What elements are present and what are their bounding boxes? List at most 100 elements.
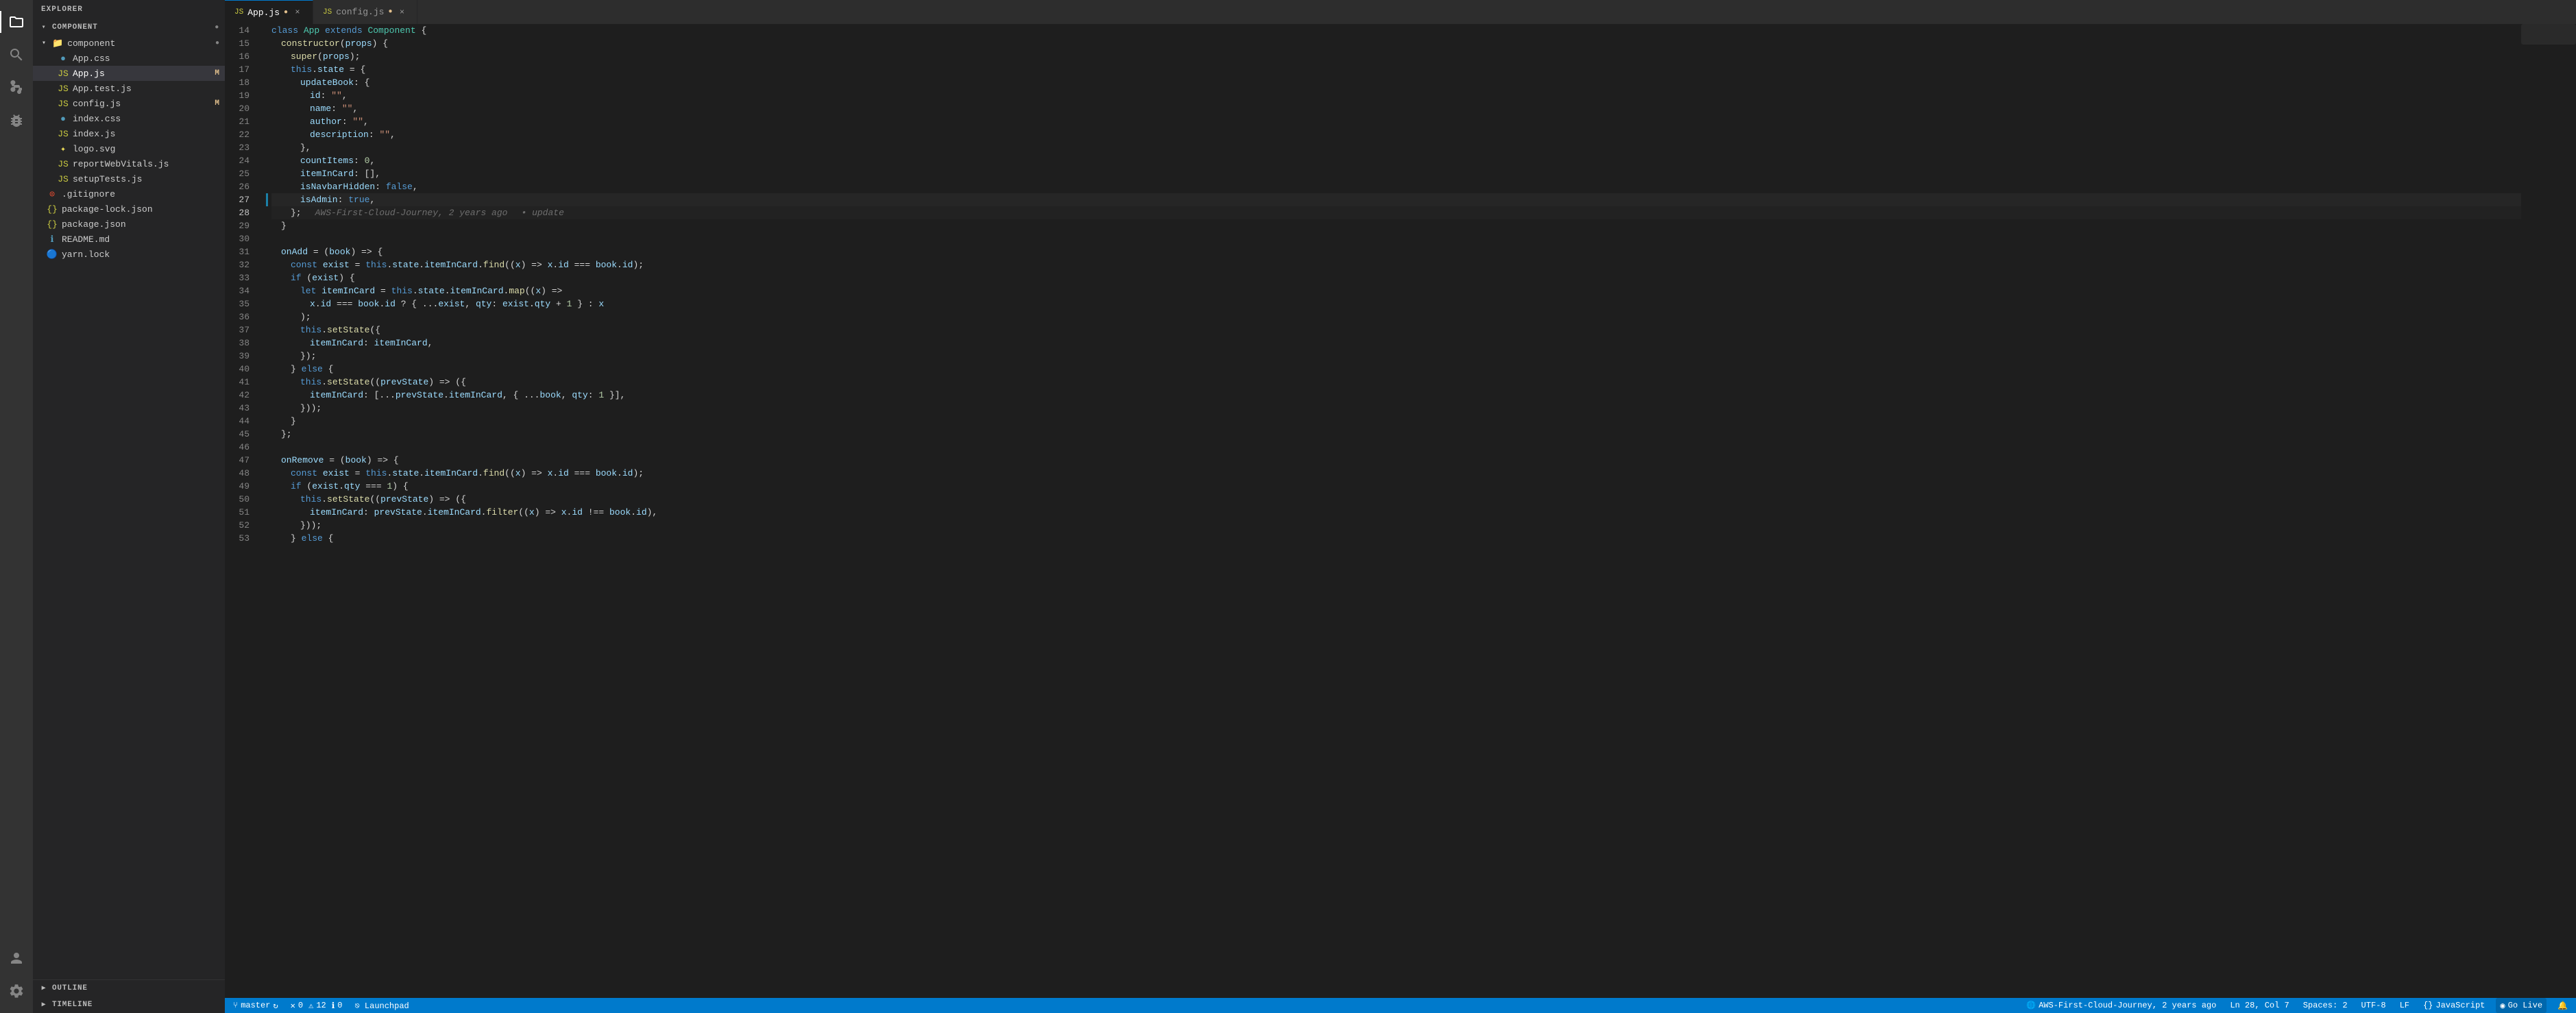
git-branch-icon: ⑂ <box>233 1001 238 1010</box>
ln-37: 37 <box>225 324 258 337</box>
bell-icon: 🔔 <box>2557 1001 2568 1011</box>
tab-config-close-button[interactable]: × <box>396 7 407 18</box>
ln-49: 49 <box>225 480 258 493</box>
code-line-25: itemInCard: [], <box>271 167 2521 180</box>
file-item-logosvg[interactable]: ✦ logo.svg <box>33 141 225 156</box>
tab-config-modified-dot: ● <box>388 8 392 16</box>
ln-41: 41 <box>225 376 258 389</box>
code-line-50: this.setState((prevState) => ({ <box>271 493 2521 506</box>
ln-27: 27 <box>225 193 258 206</box>
setup-file-icon: JS <box>58 173 69 184</box>
ln-35: 35 <box>225 297 258 310</box>
minimap[interactable] <box>2521 24 2576 998</box>
code-line-18: updateBook: { <box>271 76 2521 89</box>
ln-39: 39 <box>225 350 258 363</box>
app-container: Explorer ▾ COMPONENT ● ▾ 📁 component ● ●… <box>0 0 2576 1013</box>
chevron-down-icon: ▾ <box>38 38 49 49</box>
ln-29: 29 <box>225 219 258 232</box>
file-item-reportwebvitals[interactable]: JS reportWebVitals.js <box>33 156 225 171</box>
file-item-readmemd[interactable]: ℹ README.md <box>33 232 225 247</box>
ln-48: 48 <box>225 467 258 480</box>
file-item-indexjs[interactable]: JS index.js <box>33 126 225 141</box>
file-item-packagejson[interactable]: {} package.json <box>33 217 225 232</box>
ln-16: 16 <box>225 50 258 63</box>
yarn-file-icon: 🔵 <box>47 249 58 260</box>
ln-42: 42 <box>225 389 258 402</box>
code-line-38: itemInCard: itemInCard, <box>271 337 2521 350</box>
tab-modified-dot: ● <box>284 9 288 16</box>
file-item-appcss[interactable]: ● App.css <box>33 51 225 66</box>
code-line-39: }); <box>271 350 2521 363</box>
minimap-slider[interactable] <box>2521 24 2576 45</box>
file-badge-config-modified: M <box>215 99 219 108</box>
file-item-apptestjs[interactable]: JS App.test.js <box>33 81 225 96</box>
file-item-gitignore[interactable]: ⊙ .gitignore <box>33 186 225 202</box>
activity-bar-settings[interactable] <box>0 975 33 1008</box>
code-line-19: id: "", <box>271 89 2521 102</box>
folder-modified-dot: ● <box>215 40 219 47</box>
tab-close-button[interactable]: × <box>292 7 303 18</box>
status-notifications[interactable]: 🔔 <box>2555 998 2571 1013</box>
status-bar: ⑂ master ↻ ✕ 0 ⚠ 12 ℹ 0 ⎋ Launchpad <box>225 998 2576 1013</box>
ln-25: 25 <box>225 167 258 180</box>
sidebar-folder-header[interactable]: ▾ COMPONENT ● <box>33 19 225 36</box>
settings-icon <box>8 983 25 999</box>
status-encoding[interactable]: UTF-8 <box>2359 998 2389 1013</box>
status-spaces[interactable]: Spaces: 2 <box>2300 998 2350 1013</box>
code-line-36: ); <box>271 310 2521 324</box>
file-item-appjs[interactable]: JS App.js M <box>33 66 225 81</box>
status-errors[interactable]: ✕ 0 ⚠ 12 ℹ 0 <box>288 998 345 1013</box>
activity-bar-account[interactable] <box>0 942 33 975</box>
status-branch[interactable]: ⑂ master ↻ <box>230 998 281 1013</box>
status-position[interactable]: Ln 28, Col 7 <box>2227 998 2292 1013</box>
file-item-setuptests[interactable]: JS setupTests.js <box>33 171 225 186</box>
file-item-yarnlock[interactable]: 🔵 yarn.lock <box>33 247 225 262</box>
json-file-icon: {} <box>47 204 58 215</box>
code-line-46 <box>271 441 2521 454</box>
js-file-icon: JS <box>58 68 69 79</box>
activity-bar-explorer[interactable] <box>0 5 33 38</box>
ln-44: 44 <box>225 415 258 428</box>
ln-22: 22 <box>225 128 258 141</box>
ln-19: 19 <box>225 89 258 102</box>
status-bar-right: 🌐 AWS-First-Cloud-Journey, 2 years ago L… <box>2024 998 2571 1013</box>
code-line-21: author: "", <box>271 115 2521 128</box>
sidebar-timeline[interactable]: ▶ TIMELINE <box>33 997 225 1013</box>
main-area: JS App.js ● × JS config.js ● × 14 15 16 … <box>225 0 2576 1013</box>
activity-bar-search[interactable] <box>0 38 33 71</box>
status-go-live[interactable]: ◉ Go Live <box>2496 998 2547 1013</box>
file-item-configjs[interactable]: JS config.js M <box>33 96 225 111</box>
account-icon <box>8 950 25 966</box>
sidebar-outline[interactable]: ▶ OUTLINE <box>33 980 225 997</box>
code-line-29: } <box>271 219 2521 232</box>
sidebar-header: Explorer <box>33 0 225 19</box>
svg-file-icon: ✦ <box>58 143 69 154</box>
css-file-icon: ● <box>58 53 69 64</box>
code-line-35: x.id === book.id ? { ...exist, qty: exis… <box>271 297 2521 310</box>
code-line-42: itemInCard: [...prevState.itemInCard, { … <box>271 389 2521 402</box>
code-line-15: constructor(props) { <box>271 37 2521 50</box>
ln-32: 32 <box>225 258 258 271</box>
ln-18: 18 <box>225 76 258 89</box>
status-launchpad[interactable]: ⎋ Launchpad <box>352 998 412 1013</box>
file-item-indexcss[interactable]: ● index.css <box>33 111 225 126</box>
status-bar-left: ⑂ master ↻ ✕ 0 ⚠ 12 ℹ 0 ⎋ Launchpad <box>230 998 412 1013</box>
code-line-17: this.state = { <box>271 63 2521 76</box>
code-line-28: }; AWS-First-Cloud-Journey, 2 years ago … <box>271 206 2521 219</box>
tab-configjs[interactable]: JS config.js ● × <box>313 0 417 24</box>
code-area[interactable]: class App extends Component { constructo… <box>266 24 2521 998</box>
status-remote[interactable]: 🌐 AWS-First-Cloud-Journey, 2 years ago <box>2024 998 2219 1013</box>
folder-item-component[interactable]: ▾ 📁 component ● <box>33 36 225 51</box>
activity-bar-debug[interactable] <box>0 104 33 137</box>
code-line-48: const exist = this.state.itemInCard.find… <box>271 467 2521 480</box>
file-item-packagelockjson[interactable]: {} package-lock.json <box>33 202 225 217</box>
search-icon <box>8 47 25 63</box>
tab-appjs[interactable]: JS App.js ● × <box>225 0 313 24</box>
ln-46: 46 <box>225 441 258 454</box>
status-language[interactable]: {} JavaScript <box>2420 998 2488 1013</box>
code-line-22: description: "", <box>271 128 2521 141</box>
status-line-ending[interactable]: LF <box>2397 998 2412 1013</box>
code-line-16: super(props); <box>271 50 2521 63</box>
file-tree: ▾ 📁 component ● ● App.css JS App.js M JS… <box>33 36 225 979</box>
activity-bar-git[interactable] <box>0 71 33 104</box>
